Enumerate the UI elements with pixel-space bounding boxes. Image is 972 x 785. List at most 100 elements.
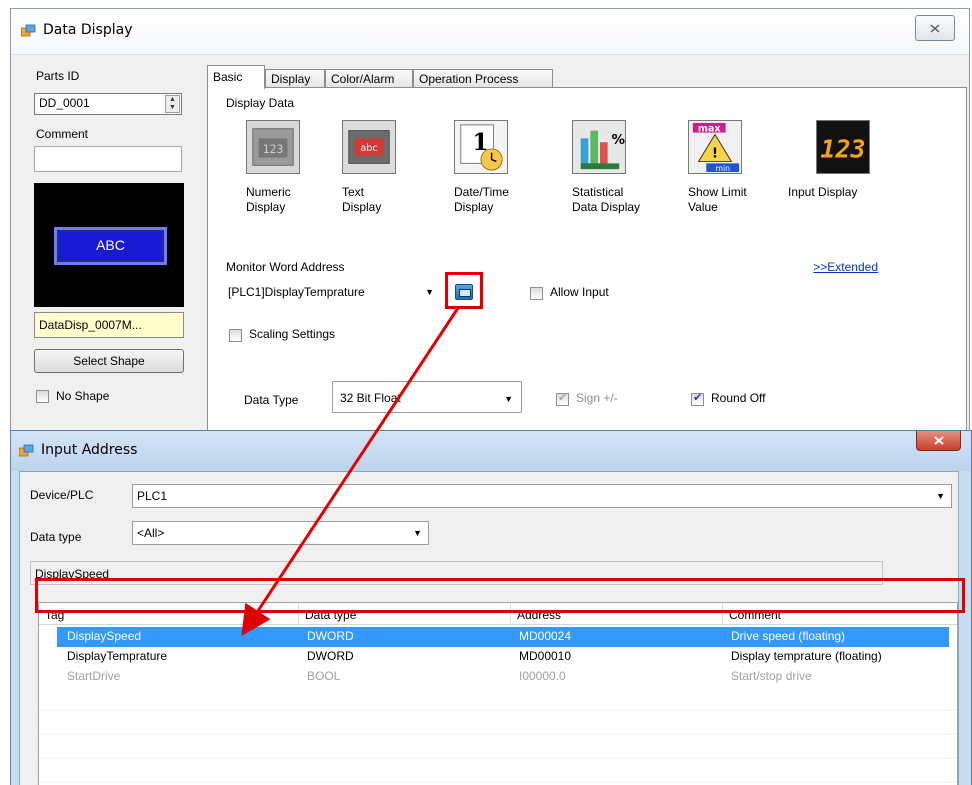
cell-tag: StartDrive — [67, 669, 121, 683]
device-plc-value: PLC1 — [137, 489, 168, 503]
tab-operation-process[interactable]: Operation Process — [413, 69, 553, 88]
app-window-icon — [19, 444, 34, 457]
cell-data-type: DWORD — [307, 629, 354, 643]
input-address-titlebar[interactable]: Input Address — [11, 431, 971, 471]
extended-link[interactable]: >>Extended — [813, 260, 878, 274]
input-address-body: Device/PLC PLC1 ▼ Data type <All> ▼ Disp… — [19, 471, 959, 785]
app-window-icon — [21, 24, 36, 37]
device-plc-label: Device/PLC — [30, 488, 94, 502]
tag-table: Tag Data type Address Comment DisplaySpe… — [38, 602, 958, 785]
dropdown-arrow-icon: ▼ — [413, 528, 422, 538]
text-display-option[interactable]: abc Text Display — [324, 120, 414, 215]
cell-address: I00000.0 — [519, 669, 566, 683]
date-time-display-option[interactable]: 1 Date/Time Display — [436, 120, 526, 215]
select-shape-button[interactable]: Select Shape — [34, 349, 184, 373]
date-time-label-1: Date/Time — [454, 185, 509, 199]
shape-name-label: DataDisp_0007M... — [34, 312, 184, 338]
tab-basic[interactable]: Basic — [207, 65, 265, 89]
empty-row — [39, 711, 957, 735]
dropdown-arrow-icon: ▼ — [936, 491, 945, 501]
no-shape-label: No Shape — [56, 389, 110, 403]
display-data-label: Display Data — [226, 96, 295, 110]
device-plc-select[interactable]: PLC1 ▼ — [132, 484, 952, 508]
input-display-option[interactable]: 123 Input Display — [788, 120, 898, 200]
cell-data-type: BOOL — [307, 669, 341, 683]
sign-label: Sign +/- — [576, 391, 618, 405]
table-row[interactable]: StartDrive BOOL I00000.0 Start/stop driv… — [57, 667, 949, 687]
numeric-display-icon: 123 — [246, 120, 300, 174]
window-title: Data Display — [43, 22, 133, 38]
monitor-address-select[interactable]: [PLC1]DisplayTemprature ▼ — [225, 278, 437, 304]
monitor-address-value: [PLC1]DisplayTemprature — [228, 285, 365, 299]
cell-address: MD00024 — [519, 629, 572, 643]
parts-id-input[interactable]: DD_0001 ▲ ▼ — [34, 93, 182, 115]
empty-row — [39, 735, 957, 759]
data-type-value: 32 Bit Float — [340, 391, 401, 405]
dropdown-arrow-icon: ▼ — [425, 287, 434, 297]
allow-input-label: Allow Input — [550, 285, 609, 299]
dialog-close-button[interactable] — [916, 431, 961, 451]
numeric-display-option[interactable]: 123 Numeric Display — [228, 120, 318, 215]
shape-preview: ABC — [34, 183, 184, 307]
date-time-label-2: Display — [454, 200, 494, 214]
preview-shape-text: ABC — [54, 227, 167, 265]
data-display-titlebar[interactable]: Data Display — [11, 9, 969, 55]
svg-text:abc: abc — [360, 143, 377, 154]
empty-row — [39, 759, 957, 783]
comment-label: Comment — [36, 127, 89, 141]
scaling-settings-checkbox[interactable] — [229, 329, 242, 342]
text-display-icon: abc — [342, 120, 396, 174]
allow-input-checkbox[interactable] — [530, 287, 543, 300]
show-limit-label-2: Value — [688, 200, 718, 214]
empty-row — [39, 687, 957, 711]
cell-tag: DisplaySpeed — [67, 629, 142, 643]
show-limit-label-1: Show Limit — [688, 185, 747, 199]
tab-color-alarm[interactable]: Color/Alarm — [325, 69, 413, 88]
filter-data-type-label: Data type — [30, 530, 82, 544]
basic-tab-panel: Display Data 123 Numeric Display abc Text… — [207, 87, 967, 447]
sign-checkbox — [556, 391, 569, 406]
close-icon — [933, 436, 944, 445]
numeric-label-1: Numeric — [246, 185, 291, 199]
statistical-data-display-icon: % — [572, 120, 626, 174]
round-off-label: Round Off — [711, 391, 766, 405]
parts-id-label: Parts ID — [36, 69, 80, 83]
annotation-highlight-row — [35, 578, 965, 613]
text-label-2: Display — [342, 200, 382, 214]
date-time-display-icon: 1 — [454, 120, 508, 174]
close-icon — [930, 24, 940, 32]
input-address-dialog: Input Address Device/PLC PLC1 ▼ Data typ… — [10, 430, 972, 785]
statistical-label-2: Data Display — [572, 200, 641, 214]
statistical-data-display-option[interactable]: % Statistical Data Display — [554, 120, 644, 215]
no-shape-checkbox[interactable] — [36, 390, 49, 403]
table-row[interactable]: DisplaySpeed DWORD MD00024 Drive speed (… — [57, 627, 949, 647]
dropdown-arrow-icon: ▼ — [504, 394, 513, 404]
cell-tag: DisplayTemprature — [67, 649, 168, 663]
svg-text:123: 123 — [820, 135, 865, 164]
svg-text:!: ! — [712, 146, 718, 162]
table-row[interactable]: DisplayTemprature DWORD MD00010 Display … — [57, 647, 949, 667]
show-limit-value-option[interactable]: max ! min Show Limit Value — [670, 120, 760, 215]
parts-id-spinner[interactable]: ▲ ▼ — [165, 95, 180, 113]
comment-input[interactable] — [34, 146, 182, 172]
svg-text:min: min — [715, 164, 730, 173]
filter-data-type-select[interactable]: <All> ▼ — [132, 521, 429, 545]
parts-id-value: DD_0001 — [39, 96, 90, 110]
round-off-checkbox[interactable] — [691, 391, 704, 406]
close-button[interactable] — [915, 15, 955, 41]
cell-comment: Drive speed (floating) — [731, 629, 846, 643]
monitor-word-address-label: Monitor Word Address — [226, 260, 345, 274]
data-type-select[interactable]: 32 Bit Float ▼ — [332, 381, 522, 413]
tab-display[interactable]: Display — [265, 69, 325, 88]
cell-address: MD00010 — [519, 649, 572, 663]
svg-text:123: 123 — [263, 142, 284, 156]
svg-text:%: % — [612, 132, 626, 148]
text-label-1: Text — [342, 185, 365, 199]
scaling-settings-label: Scaling Settings — [249, 327, 336, 341]
cell-comment: Display temprature (floating) — [731, 649, 882, 663]
input-display-icon: 123 — [816, 120, 870, 174]
input-display-label-1: Input Display — [788, 185, 858, 199]
show-limit-value-icon: max ! min — [688, 120, 742, 174]
cell-data-type: DWORD — [307, 649, 354, 663]
data-type-label: Data Type — [244, 393, 299, 407]
